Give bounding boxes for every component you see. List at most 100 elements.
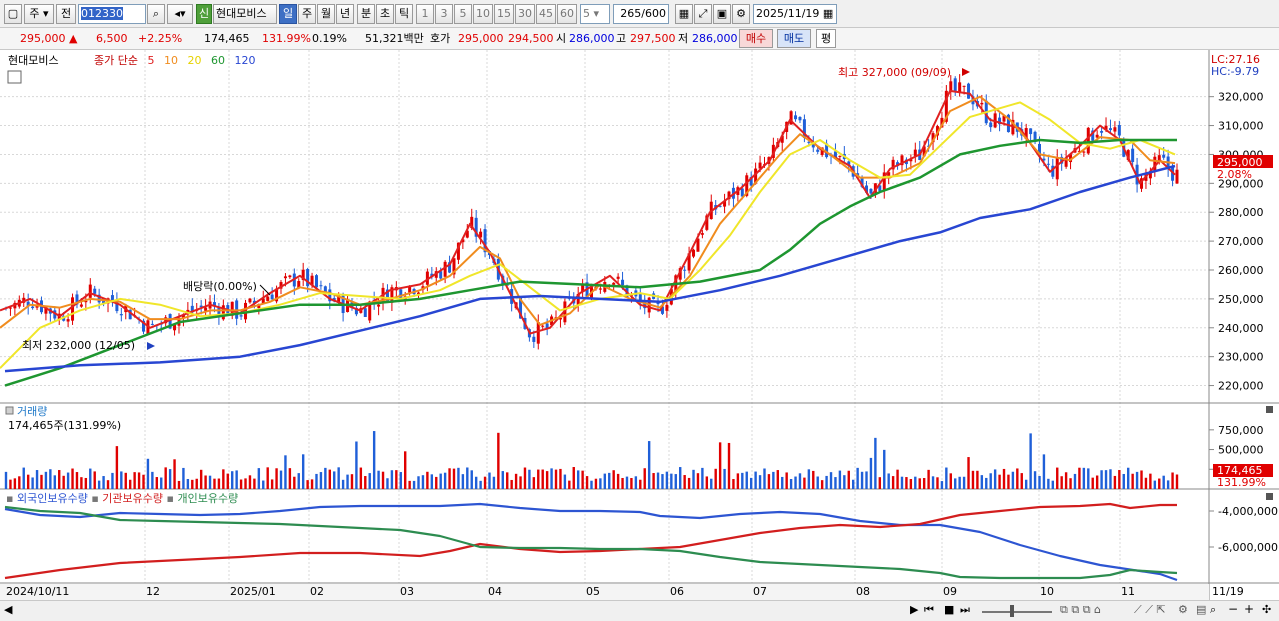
tab-day[interactable]: 일 (279, 4, 297, 24)
volume-bar (235, 470, 238, 489)
volume-bar (466, 467, 469, 489)
volume-bar (1149, 473, 1152, 489)
candle-body (913, 149, 917, 156)
market-select[interactable]: 전 (56, 4, 76, 24)
hoga-label: 호가 (430, 32, 451, 45)
low-annotation: 최저 232,000 (12/05) (22, 339, 135, 352)
interval-10[interactable]: 10 (473, 4, 493, 24)
tab-tick-label: 틱 (398, 7, 410, 20)
draw-icon[interactable]: ⤢ (694, 4, 712, 24)
tab-second-label: 초 (379, 7, 391, 20)
tab-tick[interactable]: 틱 (395, 4, 413, 24)
sell-button[interactable]: 매도 (777, 29, 811, 48)
buy-button[interactable]: 매수 (739, 29, 773, 48)
volume-bar (1131, 473, 1134, 489)
volume-bar (1073, 473, 1077, 489)
draw-tools-icon[interactable]: ⟋ ⟋ ⇱ (1134, 603, 1166, 617)
market-label: 전 (60, 7, 72, 20)
zoom-slider-track[interactable] (982, 611, 1052, 613)
volume-bar (1056, 467, 1059, 489)
print-icon[interactable]: ▤ (1196, 603, 1206, 616)
grid-toggle-icon[interactable] (7, 70, 22, 84)
search-icon[interactable]: ⌕ (147, 4, 165, 24)
expand-icon[interactable]: ✣ (1262, 603, 1271, 616)
ma60-legend: 60 (211, 54, 225, 67)
count-input[interactable]: 265/600 (613, 4, 669, 24)
tab-year[interactable]: 년 (336, 4, 354, 24)
compare-icon[interactable]: ⧉ ⧉ ⧉ ⌂ (1060, 603, 1101, 617)
holding-panel-close-icon[interactable] (1266, 493, 1273, 500)
legend-individual: 개인보유수량 (177, 492, 238, 505)
interval-15[interactable]: 15 (494, 4, 514, 24)
speaker-icon[interactable]: ◂▾ (167, 4, 193, 24)
tab-minute[interactable]: 분 (357, 4, 375, 24)
x-tick-label: 02 (310, 585, 324, 598)
stock-code-value: 012330 (81, 7, 123, 20)
ma-legend-label: 종가 단순 (94, 54, 138, 67)
tab-week-label: 주 (301, 7, 313, 20)
scroll-left-icon[interactable]: ◀ (4, 603, 12, 616)
save-icon[interactable]: ▣ (713, 4, 731, 24)
volume-bar (1162, 475, 1165, 489)
zoom-out-icon[interactable]: − (1228, 602, 1238, 616)
stock-name[interactable]: 현대모비스 (213, 4, 277, 24)
zoom-search-icon[interactable]: ⌕ (1210, 603, 1216, 617)
tab-week[interactable]: 주 (298, 4, 316, 24)
volume-bar (253, 478, 256, 489)
volume-bar (1144, 477, 1148, 489)
settings-icon[interactable]: ⚙ (1178, 603, 1188, 616)
date-value: 2025/11/19 (756, 7, 820, 20)
zoom-in-icon[interactable]: + (1244, 602, 1254, 616)
count-value: 265 (620, 7, 642, 20)
volume-bar (306, 480, 309, 489)
candle-body (1100, 130, 1104, 133)
volume-panel-close-icon[interactable] (1266, 406, 1273, 413)
interval-5[interactable]: 5 (454, 4, 472, 24)
volume-bar (852, 479, 855, 489)
calendar-icon[interactable]: ▦ (823, 7, 833, 20)
candle-body (119, 314, 123, 316)
volume-bar (1175, 474, 1179, 489)
volume-bar (634, 476, 638, 489)
play-icon[interactable]: ▶ (910, 603, 918, 616)
stock-code-input[interactable]: 012330 (78, 4, 146, 24)
stop-icon[interactable]: ■ (944, 603, 954, 616)
gear-icon[interactable]: ⚙ (732, 4, 750, 24)
volume-bar (435, 476, 438, 489)
trade-amount: 51,321백만 (365, 32, 424, 45)
tab-month[interactable]: 월 (317, 4, 335, 24)
tab-second[interactable]: 초 (376, 4, 394, 24)
volume-bar (492, 476, 496, 489)
volume-bar (426, 471, 429, 489)
candle-body (967, 83, 971, 99)
zoom-slider-thumb[interactable] (1010, 605, 1014, 617)
forward-icon[interactable]: ⏭ (960, 603, 970, 617)
volume-bar (93, 471, 96, 489)
volume-bar (26, 474, 30, 489)
volume-bar (843, 475, 846, 489)
window-icon[interactable]: ▢ (4, 4, 22, 24)
volume-bar (989, 473, 992, 489)
interval-60[interactable]: 60 (557, 4, 577, 24)
volume-bar (266, 467, 269, 489)
candle-body (150, 323, 154, 325)
rewind-icon[interactable]: ⏮ (924, 603, 934, 617)
date-input[interactable]: 2025/11/19 ▦ (753, 4, 837, 24)
interval-30[interactable]: 30 (515, 4, 535, 24)
volume-bar (461, 474, 465, 489)
ma120-legend: 120 (234, 54, 255, 67)
interval-45[interactable]: 45 (536, 4, 556, 24)
volume-bar (692, 469, 695, 489)
volume-bar (860, 471, 864, 489)
eval-button[interactable]: 평 (816, 29, 836, 48)
tools-icon[interactable]: ▦ (675, 4, 693, 24)
volume-bar (758, 475, 762, 489)
interval-3[interactable]: 3 (435, 4, 453, 24)
interval-1[interactable]: 1 (416, 4, 434, 24)
price-tick-label: 310,000 (1218, 120, 1264, 133)
volume-bar (958, 476, 961, 489)
volume-bar (257, 468, 261, 489)
interval-select[interactable]: 5 ▾ (580, 4, 610, 24)
legend-square-icon: ▪ (6, 492, 13, 505)
period-code-select[interactable]: 주 ▾ (24, 4, 54, 24)
